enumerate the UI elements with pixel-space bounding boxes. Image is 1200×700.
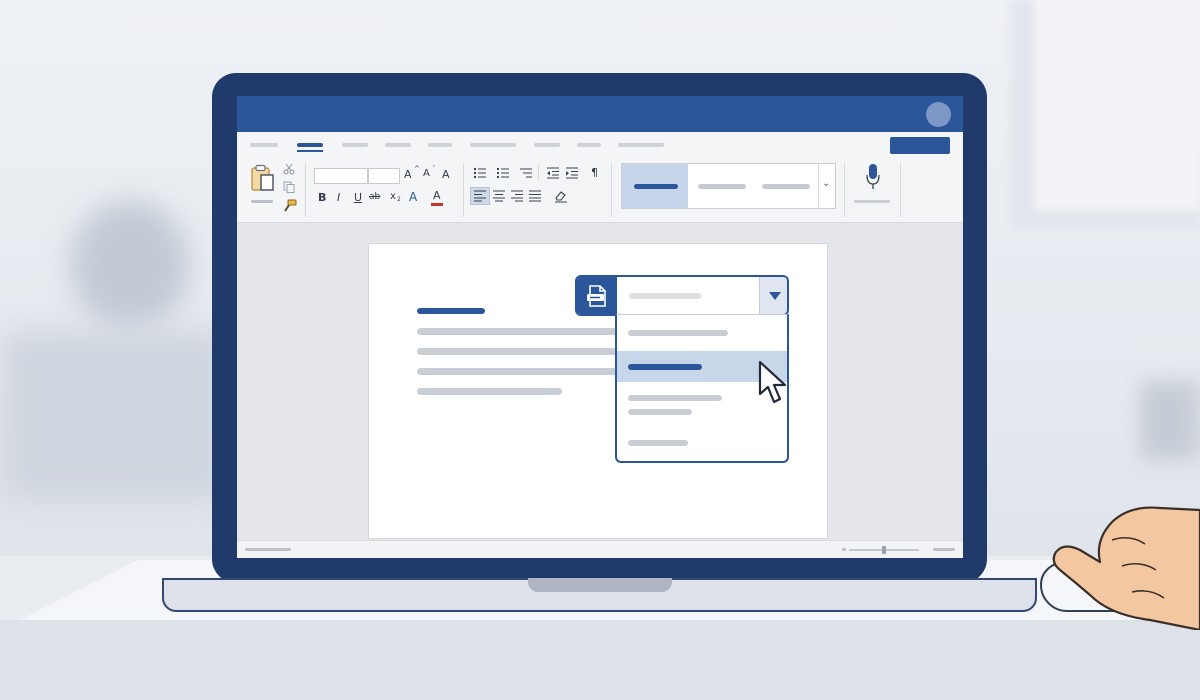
- subscript-mark-icon: 2: [397, 196, 401, 203]
- numbering-icon[interactable]: [496, 167, 510, 179]
- profile-avatar[interactable]: [926, 102, 951, 127]
- document-text-line: [417, 368, 617, 375]
- document-text-line: [417, 348, 617, 355]
- document-heading: [417, 308, 485, 314]
- paste-icon[interactable]: [249, 164, 277, 194]
- document-text-line: [417, 388, 562, 395]
- template-option-label: [628, 440, 688, 446]
- ribbon-separator: [463, 163, 464, 217]
- show-formatting-marks-button[interactable]: ¶: [591, 167, 598, 178]
- tab-references[interactable]: [534, 143, 560, 147]
- laptop-screen: A ^ A ˇ A B I U ab x 2 A A ¶ ⌄: [237, 96, 963, 558]
- status-page-count: [245, 548, 291, 551]
- title-bar: [237, 96, 963, 132]
- bullets-icon[interactable]: [473, 167, 487, 179]
- clear-format-icon[interactable]: [554, 189, 568, 203]
- align-right-icon[interactable]: [511, 190, 524, 202]
- template-selected-value: [629, 293, 701, 299]
- ribbon-separator: [305, 163, 306, 217]
- document-template-icon: [587, 284, 606, 307]
- template-dropdown-toggle[interactable]: [759, 277, 787, 314]
- microphone-icon[interactable]: [866, 163, 880, 193]
- background-window: [1010, 0, 1200, 230]
- template-dropdown[interactable]: [575, 275, 789, 316]
- ribbon-separator: [844, 163, 845, 217]
- change-case-button[interactable]: A: [442, 169, 450, 180]
- strikethrough-button[interactable]: ab: [369, 193, 380, 202]
- tab-layout[interactable]: [470, 143, 516, 147]
- background-object: [1140, 380, 1200, 460]
- tab-review[interactable]: [618, 143, 664, 147]
- font-size-input[interactable]: [368, 168, 400, 184]
- tab-draw[interactable]: [385, 143, 411, 147]
- grow-font-button[interactable]: A: [404, 169, 412, 180]
- ribbon-separator: [900, 163, 901, 217]
- ribbon: A ^ A ˇ A B I U ab x 2 A A ¶ ⌄: [237, 157, 963, 223]
- align-center-icon[interactable]: [493, 190, 506, 202]
- increase-indent-icon[interactable]: [565, 167, 579, 179]
- style-normal-preview: [634, 184, 678, 189]
- format-painter-icon[interactable]: [283, 199, 297, 213]
- menu-tab-bar: [237, 132, 963, 157]
- grow-font-caret-icon: ^: [414, 165, 420, 173]
- ribbon-separator: [611, 163, 612, 217]
- subscript-button[interactable]: x: [390, 192, 396, 202]
- styles-gallery-divider: [818, 164, 819, 208]
- style-no-spacing[interactable]: [698, 184, 746, 189]
- template-option[interactable]: [617, 315, 787, 350]
- template-option-label: [628, 395, 722, 401]
- template-option-label: [628, 364, 702, 370]
- tab-mailings[interactable]: [577, 143, 601, 147]
- cut-icon[interactable]: [283, 163, 295, 175]
- styles-more-chevron-icon[interactable]: ⌄: [822, 178, 830, 189]
- zoom-out-button[interactable]: [842, 548, 846, 551]
- style-normal-selected[interactable]: [622, 164, 688, 208]
- template-option[interactable]: [617, 425, 787, 461]
- zoom-level: [933, 548, 955, 551]
- style-heading[interactable]: [762, 184, 810, 189]
- desk-edge: [0, 620, 1200, 700]
- triangle-down-icon: [768, 291, 781, 300]
- laptop-hinge-notch: [528, 578, 672, 592]
- align-left-icon[interactable]: [474, 190, 487, 202]
- paste-label: [251, 200, 273, 203]
- text-highlight-button[interactable]: A: [409, 191, 417, 203]
- copy-icon[interactable]: [283, 181, 295, 193]
- bold-button[interactable]: B: [318, 192, 326, 203]
- shrink-font-caret-icon: ˇ: [432, 165, 436, 173]
- shrink-font-button[interactable]: A: [423, 169, 430, 179]
- template-icon-box: [577, 277, 617, 314]
- dictate-label: [854, 200, 890, 203]
- underline-button[interactable]: U: [354, 192, 362, 203]
- tab-design[interactable]: [428, 143, 452, 147]
- font-color-swatch: [431, 203, 443, 206]
- multilevel-icon[interactable]: [519, 167, 533, 179]
- zoom-slider-handle[interactable]: [882, 546, 886, 554]
- background-furniture: [0, 330, 230, 500]
- font-color-button[interactable]: A: [433, 190, 441, 201]
- status-bar: [237, 540, 963, 558]
- justify-icon[interactable]: [529, 190, 542, 202]
- share-button[interactable]: [890, 137, 950, 154]
- font-name-input[interactable]: [314, 168, 368, 184]
- tab-home-underline: [297, 150, 323, 152]
- paragraph-divider: [538, 165, 539, 181]
- tab-file[interactable]: [250, 143, 278, 147]
- hand-icon: [1052, 506, 1200, 630]
- template-option-label: [628, 330, 728, 336]
- italic-button[interactable]: I: [337, 192, 340, 203]
- mouse-pointer-icon: [758, 360, 787, 404]
- template-option-label: [628, 409, 692, 415]
- background-plant: [70, 200, 190, 330]
- styles-gallery: ⌄: [621, 163, 836, 209]
- document-text-line: [417, 328, 617, 335]
- decrease-indent-icon[interactable]: [546, 167, 560, 179]
- tab-insert[interactable]: [342, 143, 368, 147]
- tab-home[interactable]: [297, 143, 323, 147]
